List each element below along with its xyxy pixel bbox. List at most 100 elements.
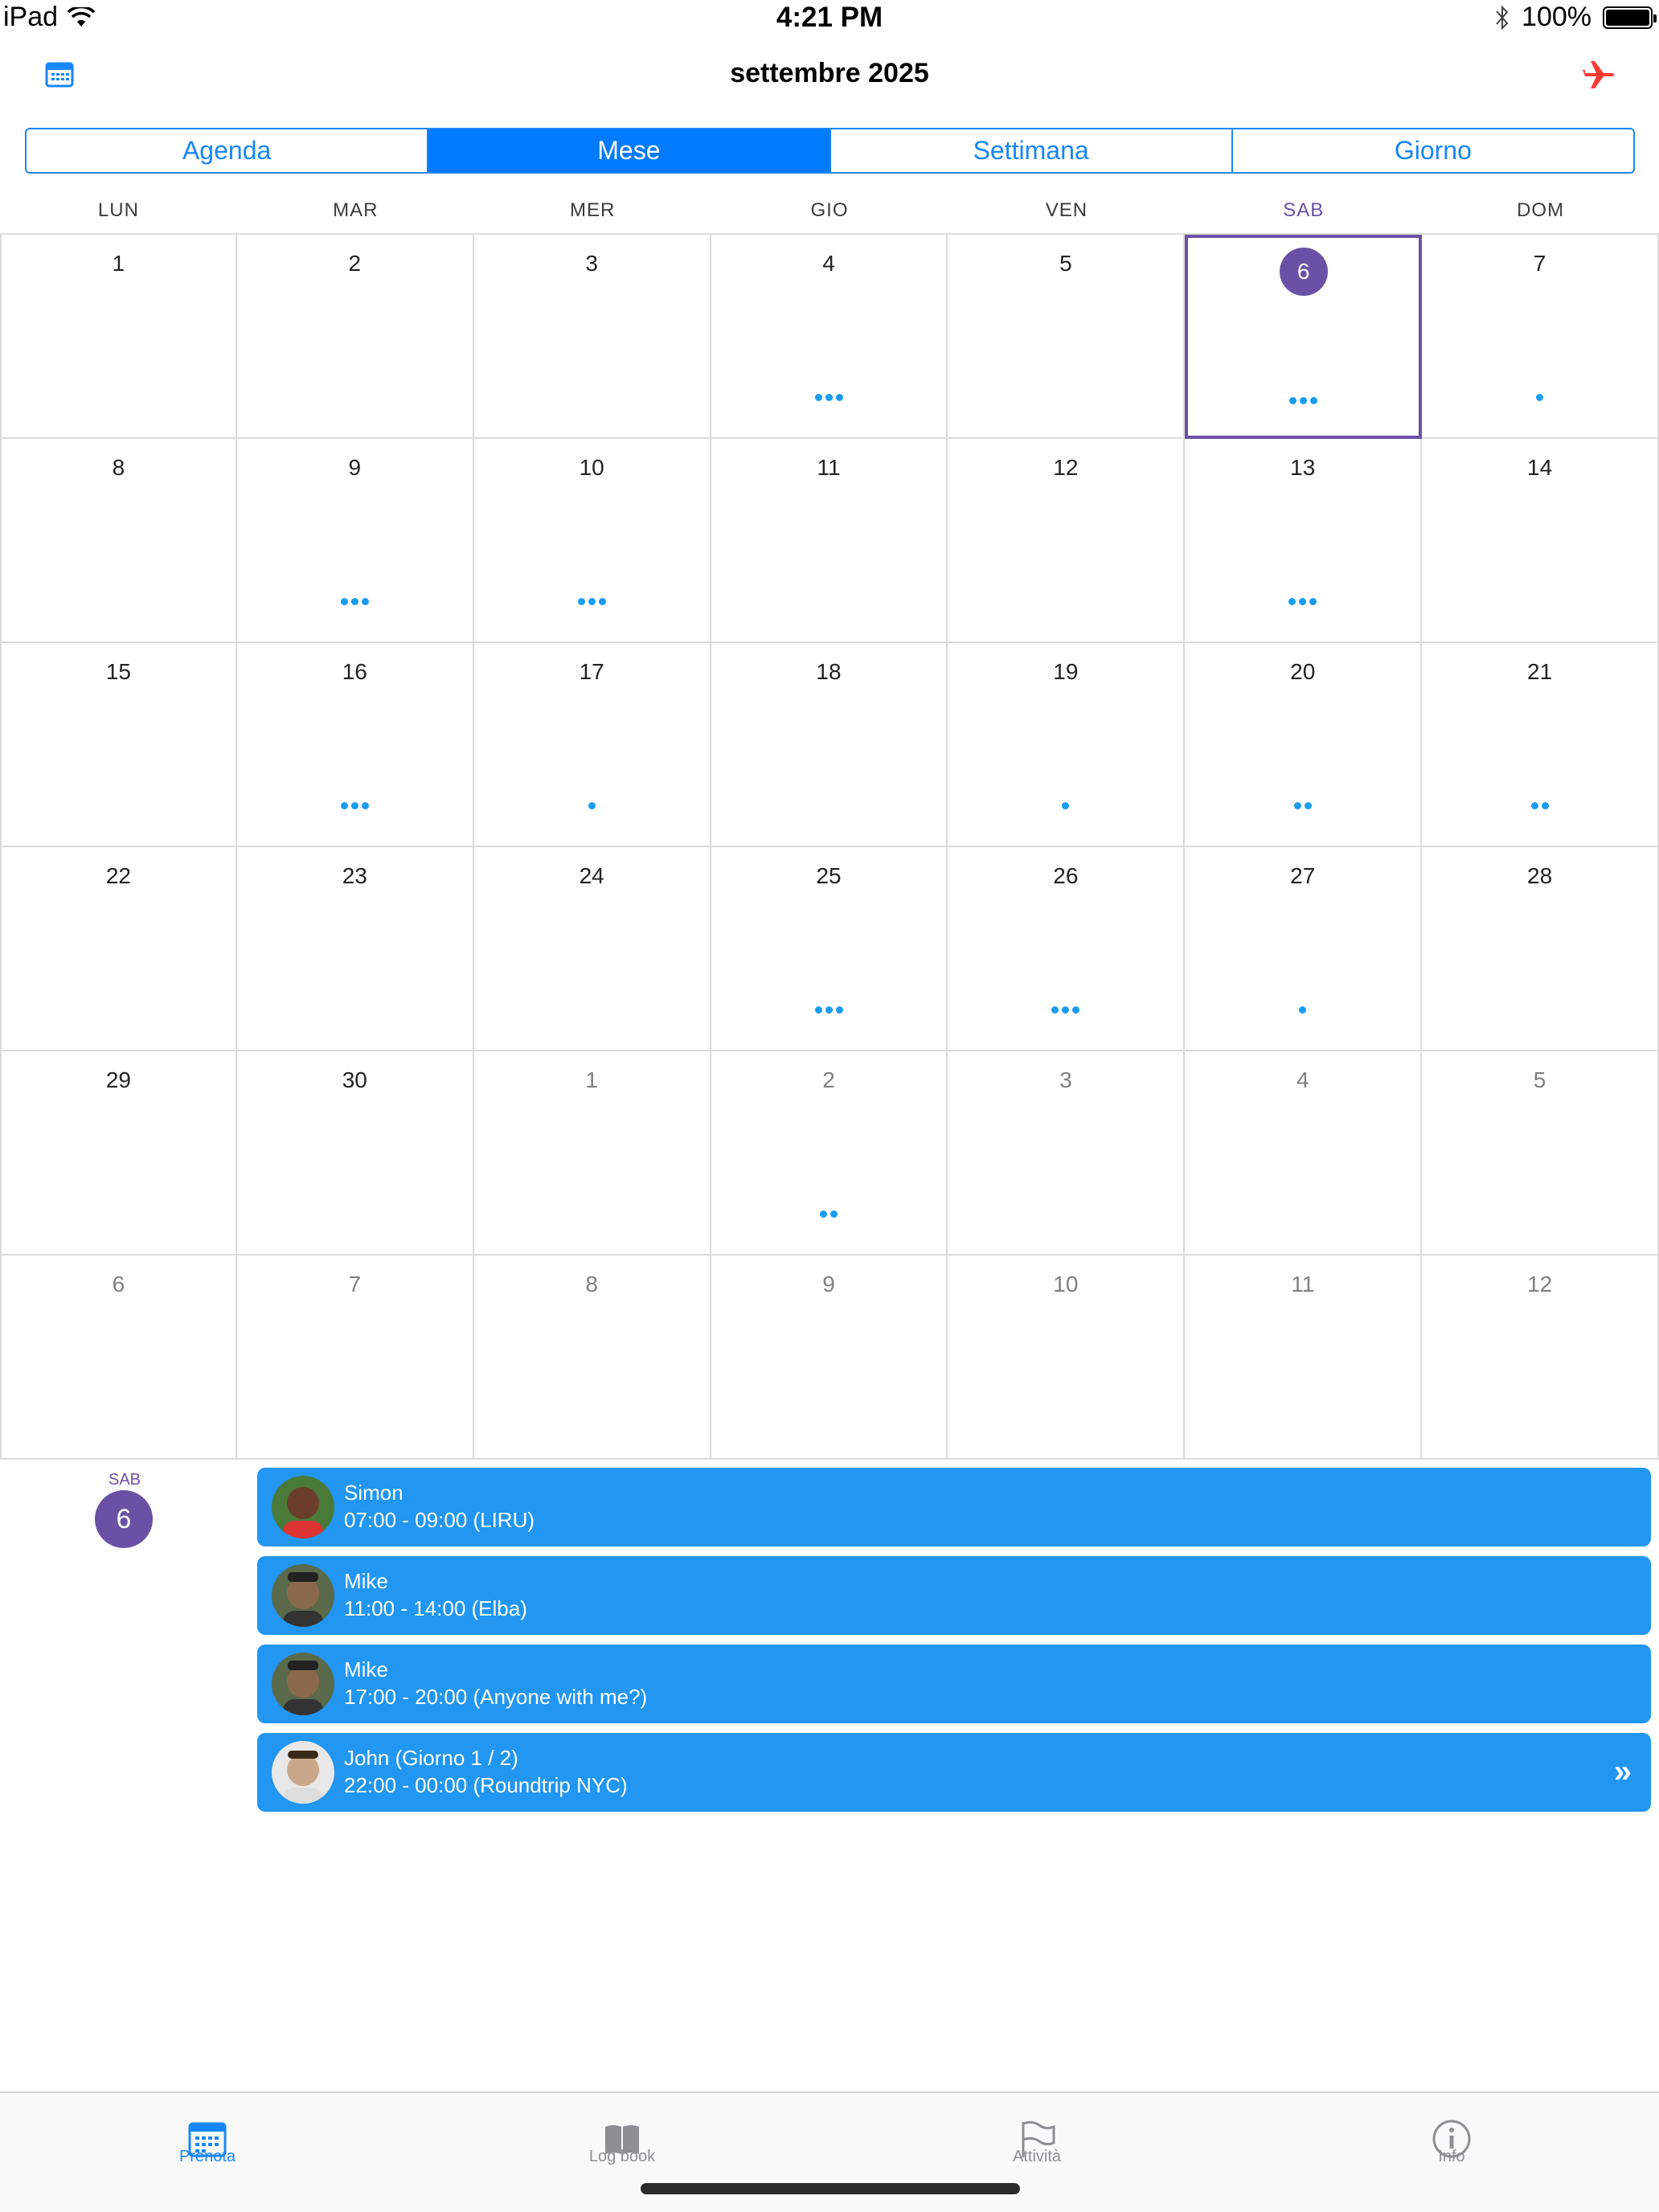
status-bar: iPad 4:21 PM 100% — [0, 0, 1659, 34]
day-number: 24 — [579, 863, 604, 888]
status-time: 4:21 PM — [776, 2, 883, 33]
calendar-day[interactable]: 28 — [1422, 847, 1659, 1051]
tab-attivita[interactable]: Attività — [940, 2093, 1133, 2181]
event-indicator-dots — [948, 802, 1183, 809]
event-name: John (Giorno 1 / 2) — [344, 1746, 518, 1770]
day-number: 18 — [816, 659, 842, 684]
calendar-day[interactable]: 18 — [711, 643, 948, 847]
calendar-day[interactable]: 3 — [948, 1051, 1186, 1256]
calendar-day[interactable]: 6 — [0, 1256, 237, 1460]
day-number: 12 — [1527, 1272, 1553, 1296]
calendar-day[interactable]: 3 — [473, 235, 711, 439]
event-dot — [814, 1006, 822, 1014]
calendar-day[interactable]: 17 — [473, 643, 711, 847]
day-number: 9 — [348, 455, 362, 480]
event-card[interactable]: Mike 11:00 - 14:00 (Elba) — [257, 1556, 1651, 1635]
event-dot — [1304, 802, 1312, 809]
calendar-day[interactable]: 27 — [1185, 847, 1423, 1051]
calendar-day[interactable]: 5 — [948, 235, 1186, 439]
calendar-day[interactable]: 13 — [1185, 439, 1423, 643]
calendar-day[interactable]: 19 — [948, 643, 1186, 847]
day-number: 26 — [1053, 863, 1079, 888]
battery-percent: 100% — [1522, 2, 1591, 32]
event-dot — [830, 1210, 838, 1218]
calendar-day[interactable]: 9 — [236, 439, 474, 643]
day-number: 22 — [105, 863, 131, 888]
event-card[interactable]: Mike 17:00 - 20:00 (Anyone with me?) — [257, 1645, 1651, 1723]
day-number: 19 — [1053, 659, 1079, 684]
calendar-day[interactable]: 8 — [473, 1256, 711, 1460]
event-card[interactable]: Simon 07:00 - 09:00 (LIRU) — [257, 1468, 1651, 1546]
calendar-week-row: 6 7 8 9 10 11 12 — [0, 1256, 1659, 1460]
day-number: 20 — [1290, 659, 1316, 684]
calendar-day[interactable]: 12 — [948, 439, 1186, 643]
calendar-day[interactable]: 22 — [0, 847, 237, 1051]
calendar-day[interactable]: 5 — [1422, 1051, 1659, 1256]
day-number: 3 — [1059, 1067, 1072, 1092]
event-dot — [350, 802, 358, 809]
day-number: 11 — [1291, 1272, 1315, 1296]
calendar-day[interactable]: 8 — [0, 439, 237, 643]
calendar-day[interactable]: 11 — [1185, 1256, 1423, 1460]
calendar-day[interactable]: 15 — [0, 643, 237, 847]
calendar-day[interactable]: 25 — [711, 847, 948, 1051]
calendar-day[interactable]: 10 — [948, 1256, 1186, 1460]
calendar-day[interactable]: 1 — [473, 1051, 711, 1256]
calendar-day[interactable]: 9 — [711, 1256, 948, 1460]
event-dot — [588, 802, 596, 809]
calendar-day[interactable]: 1 — [0, 235, 237, 439]
calendar-week-row: 22 23 24 25 26 27 28 — [0, 847, 1659, 1051]
event-dot — [825, 394, 833, 401]
calendar-day[interactable]: 7 — [236, 1256, 474, 1460]
event-indicator-dots — [237, 802, 473, 809]
calendar-day[interactable]: 20 — [1185, 643, 1423, 847]
calendar-day[interactable]: 23 — [236, 847, 474, 1051]
calendar-day[interactable]: 2 — [711, 1051, 948, 1256]
continues-icon: » — [1613, 1754, 1632, 1789]
event-card[interactable]: John (Giorno 1 / 2) 22:00 - 00:00 (Round… — [257, 1733, 1651, 1812]
calendar-day[interactable]: 12 — [1422, 1256, 1659, 1460]
segment-giorno[interactable]: Giorno — [1233, 129, 1633, 172]
day-number: 11 — [817, 455, 841, 480]
event-time: 07:00 - 09:00 (LIRU) — [344, 1508, 535, 1532]
event-dot — [1062, 1006, 1070, 1014]
calendar-day[interactable]: 7 — [1422, 235, 1659, 439]
day-number: 17 — [579, 659, 604, 684]
day-number: 7 — [1533, 251, 1546, 276]
segment-settimana[interactable]: Settimana — [831, 129, 1233, 172]
calendar-day[interactable]: 30 — [236, 1051, 474, 1256]
event-name: Simon — [344, 1481, 403, 1505]
calendar-week-row: 29 30 1 2 3 4 5 — [0, 1051, 1659, 1256]
calendar-day[interactable]: 4 — [711, 235, 948, 439]
calendar-day[interactable]: 26 — [948, 847, 1186, 1051]
day-number: 5 — [1533, 1067, 1546, 1092]
status-right: 100% — [1494, 2, 1657, 33]
day-number: 5 — [1059, 251, 1072, 276]
bluetooth-icon — [1496, 5, 1509, 30]
calendar-day[interactable]: 16 — [236, 643, 474, 847]
day-number: 1 — [585, 1067, 598, 1092]
calendar-day[interactable]: 4 — [1185, 1051, 1423, 1256]
airplane-icon[interactable] — [1582, 56, 1619, 93]
calendar-day[interactable]: 2 — [236, 235, 474, 439]
day-number: 4 — [822, 251, 835, 276]
segment-agenda[interactable]: Agenda — [27, 129, 429, 172]
calendar-day-selected[interactable]: 6 — [1185, 235, 1423, 439]
calendar-day[interactable]: 10 — [473, 439, 711, 643]
calendar-day[interactable]: 29 — [0, 1051, 237, 1256]
calendar-day[interactable]: 21 — [1422, 643, 1659, 847]
tab-log-book[interactable]: Log book — [526, 2093, 719, 2181]
calendar-day[interactable]: 14 — [1422, 439, 1659, 643]
calendar-week-row: 1 2 3 4 5 6 7 — [0, 235, 1659, 439]
tab-info[interactable]: Info — [1355, 2093, 1548, 2181]
weekday-label: MER — [569, 199, 616, 221]
event-indicator-dots — [1188, 397, 1419, 404]
event-indicator-dots — [948, 1006, 1183, 1014]
calendar-day[interactable]: 24 — [473, 847, 711, 1051]
event-time: 22:00 - 00:00 (Roundtrip NYC) — [344, 1773, 628, 1797]
tab-prenota[interactable]: Prenota — [111, 2093, 304, 2181]
calendar-day[interactable]: 11 — [711, 439, 948, 643]
selected-day-badge: 6 — [95, 1490, 153, 1548]
day-number: 23 — [342, 863, 367, 888]
segment-mese[interactable]: Mese — [428, 129, 831, 172]
